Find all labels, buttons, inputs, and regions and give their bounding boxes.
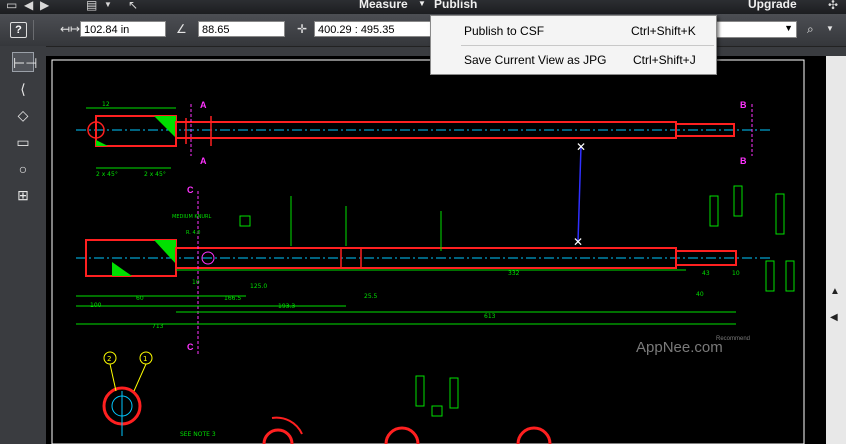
section-label: B: [740, 100, 747, 110]
section-label: C: [187, 185, 194, 195]
measure-toolbar: ? ↤↦ 102.84 in ∠ 88.65 ✛ 400.29 : 495.35…: [0, 14, 846, 47]
print-dropdown-icon[interactable]: ▼: [104, 0, 112, 12]
hatch: [96, 140, 108, 146]
pointer-icon[interactable]: ↖: [128, 0, 138, 12]
note-text: SEE NOTE 3: [180, 431, 216, 438]
search-dropdown-icon[interactable]: ▼: [826, 22, 834, 36]
rectangle-tool-icon[interactable]: ▭: [12, 132, 34, 152]
note-text: MEDIUM KNURL: [172, 214, 212, 220]
length-field[interactable]: 102.84 in: [80, 21, 166, 37]
coordinates-icon: ✛: [297, 22, 308, 36]
coordinates-field[interactable]: 400.29 : 495.35: [314, 21, 432, 37]
dimension-text: 713: [152, 323, 164, 330]
right-callouts: [290, 185, 795, 292]
menu-item-shortcut: Ctrl+Shift+K: [631, 24, 696, 38]
balloon-text: 1: [143, 355, 147, 363]
measure-point-marker: ✕: [576, 140, 586, 154]
dimension-text: 100: [90, 302, 102, 309]
menu-item-label: Publish to CSF: [464, 24, 545, 38]
menu-item-shortcut: Ctrl+Shift+J: [633, 53, 696, 67]
angle-field[interactable]: 88.65: [198, 21, 285, 37]
circle-tool-icon[interactable]: ○: [12, 159, 34, 179]
top-shaft: [76, 115, 771, 147]
vertical-scrollbar[interactable]: ▲ ◀: [826, 56, 846, 444]
length-icon: ↤↦: [60, 22, 81, 36]
menu-item-label: Save Current View as JPG: [464, 53, 607, 67]
app-window: ▭ ◀ ▶ ▤ ▼ ↖ Measure ▼ Publish Upgrade ✣ …: [0, 0, 846, 444]
measure-menu[interactable]: Measure: [359, 0, 408, 11]
combo-arrow-icon[interactable]: ▼: [784, 23, 793, 33]
drawing-canvas[interactable]: A A B B 12 2 x 45° 2 x 45° ✕ ✕ C C MEDIU…: [46, 56, 826, 444]
area-measure-tool-icon[interactable]: ◇: [12, 105, 34, 125]
toolbar-divider: [33, 20, 34, 40]
dimension-text: 25.5: [364, 293, 378, 300]
scroll-up-arrow-icon[interactable]: ▲: [830, 286, 840, 297]
measure-line: [577, 145, 582, 243]
angle-icon: ∠: [176, 22, 187, 36]
dimension-text: 40: [696, 291, 704, 298]
print-icon[interactable]: ▤: [86, 0, 97, 12]
dimension-text: 613: [484, 313, 496, 320]
top-menu-bar: ▭ ◀ ▶ ▤ ▼ ↖ Measure ▼ Publish Upgrade ✣: [0, 0, 846, 14]
view-combo[interactable]: ▼: [715, 21, 797, 38]
scroll-left-arrow-icon[interactable]: ◀: [830, 312, 838, 323]
forward-arrow-icon[interactable]: ▶: [40, 0, 49, 12]
publish-to-csf-item[interactable]: Publish to CSF Ctrl+Shift+K: [431, 17, 716, 45]
section-view-left: 2 1 SEE NOTE 3: [102, 351, 216, 438]
grid-tool-icon[interactable]: ⊞: [12, 185, 34, 205]
open-folder-icon[interactable]: ▭: [6, 0, 17, 12]
search-icon[interactable]: ⌕: [807, 22, 814, 36]
dimension-text: R. 4.0: [186, 230, 200, 236]
dimension-text: 166.5: [224, 295, 241, 302]
section-label: A: [200, 100, 207, 110]
polyline-measure-tool-icon[interactable]: ⟨: [12, 79, 34, 99]
dimension-text: 43: [702, 270, 710, 277]
balloon-text: 2: [107, 355, 111, 363]
section-label: C: [187, 342, 194, 352]
dimension-text: 12: [102, 101, 110, 108]
dimension-text: 60: [136, 295, 144, 302]
app-logo-icon: ✣: [828, 0, 839, 12]
section-view-middle: [262, 375, 552, 444]
dimension-text: 2 x 45°: [144, 171, 166, 178]
hatch: [154, 116, 176, 138]
upgrade-menu[interactable]: Upgrade: [748, 0, 797, 11]
cad-drawing: A A B B 12 2 x 45° 2 x 45° ✕ ✕ C C MEDIU…: [51, 59, 805, 444]
dimension-text: 2 x 45°: [96, 171, 118, 178]
publish-menu[interactable]: Publish: [434, 0, 477, 11]
dimension-text: 193.3: [278, 303, 295, 310]
watermark-sub: Recommend: [716, 336, 750, 342]
hatch: [154, 240, 176, 264]
measure-point-marker: ✕: [573, 235, 583, 249]
linear-measure-tool-icon[interactable]: ⊢⊣: [12, 52, 37, 72]
dimension-text: 332: [508, 270, 520, 277]
save-view-jpg-item[interactable]: Save Current View as JPG Ctrl+Shift+J: [431, 46, 716, 74]
measure-menu-arrow-icon[interactable]: ▼: [418, 0, 426, 11]
section-a-markers: A A B B: [190, 100, 753, 166]
hatch: [112, 262, 132, 276]
help-button[interactable]: ?: [10, 22, 27, 38]
publish-dropdown-menu: Publish to CSF Ctrl+Shift+K Save Current…: [430, 15, 717, 75]
dimension-text: 10: [192, 279, 200, 286]
watermark: AppNee.com: [636, 339, 723, 356]
tool-palette: ⊢⊣ ⟨ ◇ ▭ ○ ⊞: [0, 46, 46, 444]
middle-shaft: [76, 239, 771, 277]
dimension-text: 10: [732, 270, 740, 277]
section-label: B: [740, 156, 747, 166]
back-arrow-icon[interactable]: ◀: [24, 0, 33, 12]
dimension-text: 125.0: [250, 283, 267, 290]
section-label: A: [200, 156, 207, 166]
